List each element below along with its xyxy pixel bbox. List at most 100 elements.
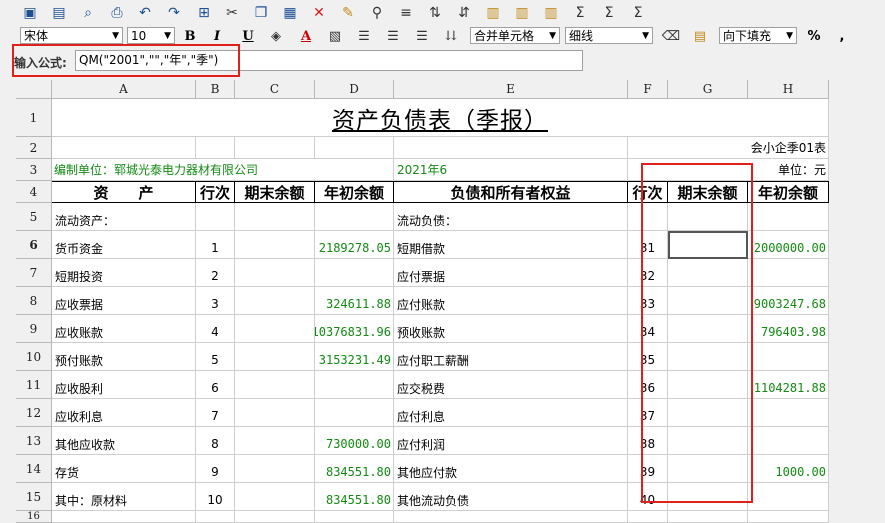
- cell-b[interactable]: 4: [196, 315, 235, 343]
- unit-cell[interactable]: 单位：元: [628, 159, 829, 181]
- cell-g[interactable]: [668, 259, 748, 287]
- cell-c[interactable]: [235, 427, 315, 455]
- cell-e[interactable]: 应付利息: [394, 399, 628, 427]
- cell-a[interactable]: 应收票据: [52, 287, 196, 315]
- row-header[interactable]: 3: [16, 159, 52, 181]
- cell[interactable]: [394, 511, 628, 523]
- row-header[interactable]: 11: [16, 371, 52, 399]
- cell-b[interactable]: 8: [196, 427, 235, 455]
- cell-h[interactable]: [748, 427, 829, 455]
- cell-h[interactable]: [748, 483, 829, 511]
- bold-button[interactable]: B: [180, 27, 200, 45]
- cell-c[interactable]: [235, 371, 315, 399]
- row-header[interactable]: 9: [16, 315, 52, 343]
- font-color-icon[interactable]: A: [296, 27, 316, 45]
- cell-d[interactable]: [315, 203, 394, 231]
- formula-input[interactable]: QM("2001","","年","季"): [75, 50, 583, 71]
- cell-b[interactable]: 10: [196, 483, 235, 511]
- cell-a[interactable]: 预付账款: [52, 343, 196, 371]
- insert-cell-icon[interactable]: ▥: [541, 3, 561, 23]
- row-header[interactable]: 13: [16, 427, 52, 455]
- column-header[interactable]: G: [668, 80, 748, 99]
- cell-a[interactable]: 短期投资: [52, 259, 196, 287]
- insert-column-icon[interactable]: ▥: [512, 3, 532, 23]
- sum-column-icon[interactable]: Σ: [628, 3, 648, 23]
- cell[interactable]: [196, 511, 235, 523]
- cell-h[interactable]: [748, 203, 829, 231]
- cell-d[interactable]: [315, 371, 394, 399]
- cell-h[interactable]: 9003247.68: [748, 287, 829, 315]
- wrap-text-icon[interactable]: ⇊: [441, 27, 461, 45]
- row-header[interactable]: 7: [16, 259, 52, 287]
- cell-d[interactable]: 2189278.05: [315, 231, 394, 259]
- cell-b[interactable]: 5: [196, 343, 235, 371]
- cell-g[interactable]: [668, 427, 748, 455]
- cell[interactable]: [235, 137, 315, 159]
- header-begin-balance[interactable]: 年初余额: [315, 181, 394, 203]
- cell-g[interactable]: [668, 455, 748, 483]
- save-as-icon[interactable]: ▤: [49, 3, 69, 23]
- cell-c[interactable]: [235, 483, 315, 511]
- copy-icon[interactable]: ❐: [251, 3, 271, 23]
- cell-h[interactable]: [748, 259, 829, 287]
- cell-h[interactable]: [748, 343, 829, 371]
- cell-a[interactable]: 应收利息: [52, 399, 196, 427]
- cell-d[interactable]: 730000.00: [315, 427, 394, 455]
- cell-e[interactable]: 应付职工薪酬: [394, 343, 628, 371]
- cell-h[interactable]: 1000.00: [748, 455, 829, 483]
- cell-h[interactable]: [748, 399, 829, 427]
- save-icon[interactable]: ▣: [20, 3, 40, 23]
- cell-a[interactable]: 应收账款: [52, 315, 196, 343]
- cell-h[interactable]: 1104281.88: [748, 371, 829, 399]
- cell-f[interactable]: 38: [628, 427, 668, 455]
- cell-a[interactable]: 流动资产：: [52, 203, 196, 231]
- header-begin-balance-2[interactable]: 年初余额: [748, 181, 829, 203]
- cell-c[interactable]: [235, 455, 315, 483]
- cell-f[interactable]: 36: [628, 371, 668, 399]
- eraser-icon[interactable]: ⌫: [661, 27, 681, 45]
- row-header[interactable]: 8: [16, 287, 52, 315]
- redo-icon[interactable]: ↷: [164, 3, 184, 23]
- comma-style-icon[interactable]: ,: [832, 27, 852, 45]
- header-end-balance-2[interactable]: 期末余额: [668, 181, 748, 203]
- cell-h[interactable]: 2000000.00: [748, 231, 829, 259]
- column-header[interactable]: B: [196, 80, 235, 99]
- cell-g[interactable]: [668, 287, 748, 315]
- cell-f[interactable]: 37: [628, 399, 668, 427]
- print-icon[interactable]: ⎙: [107, 3, 127, 23]
- header-liability[interactable]: 负债和所有者权益: [394, 181, 628, 203]
- sort-ascending-icon[interactable]: ⇅: [425, 3, 445, 23]
- paste-icon[interactable]: ▦: [280, 3, 300, 23]
- edit-formula-icon[interactable]: ≡: [396, 3, 416, 23]
- align-center-icon[interactable]: ☰: [383, 27, 403, 45]
- cell[interactable]: [315, 137, 394, 159]
- cell-f[interactable]: 33: [628, 287, 668, 315]
- cell-h[interactable]: 796403.98: [748, 315, 829, 343]
- cut-icon[interactable]: ✂: [222, 3, 242, 23]
- cell-c[interactable]: [235, 231, 315, 259]
- cell-c[interactable]: [235, 203, 315, 231]
- cell[interactable]: [235, 511, 315, 523]
- cell-e[interactable]: 流动负债：: [394, 203, 628, 231]
- undo-icon[interactable]: ↶: [135, 3, 155, 23]
- font-size-select[interactable]: 10 ▼: [127, 27, 175, 44]
- cell[interactable]: [52, 137, 196, 159]
- row-header[interactable]: 16: [16, 511, 52, 523]
- row-header[interactable]: 6: [16, 231, 52, 259]
- insert-row-icon[interactable]: ▥: [483, 3, 503, 23]
- cell-b[interactable]: 2: [196, 259, 235, 287]
- cell-d[interactable]: 834551.80: [315, 483, 394, 511]
- cell-b[interactable]: 6: [196, 371, 235, 399]
- row-header[interactable]: 15: [16, 483, 52, 511]
- percent-button[interactable]: %: [804, 27, 824, 45]
- cell-f[interactable]: 35: [628, 343, 668, 371]
- cell-e[interactable]: 短期借款: [394, 231, 628, 259]
- cell[interactable]: [394, 137, 628, 159]
- cell[interactable]: [628, 511, 668, 523]
- cell-e[interactable]: 应付利润: [394, 427, 628, 455]
- column-header[interactable]: C: [235, 80, 315, 99]
- column-header[interactable]: A: [52, 80, 196, 99]
- cell[interactable]: [315, 511, 394, 523]
- delete-icon[interactable]: ✕: [309, 3, 329, 23]
- font-name-select[interactable]: 宋体 ▼: [20, 27, 123, 44]
